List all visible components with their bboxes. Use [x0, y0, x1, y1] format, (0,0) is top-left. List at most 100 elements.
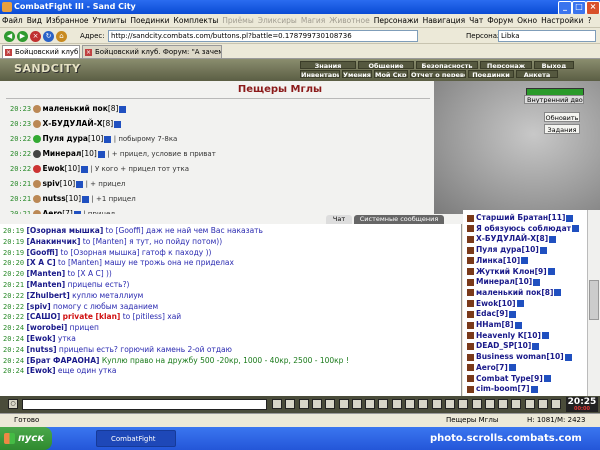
- info-icon[interactable]: [554, 289, 562, 297]
- online-name[interactable]: Edac: [476, 309, 496, 318]
- nav-top-link[interactable]: Знания: [300, 61, 356, 69]
- entry-name[interactable]: Ewok: [42, 164, 64, 173]
- online-user[interactable]: Минерал[10]: [467, 276, 541, 287]
- chat-sender[interactable]: [Ewok]: [26, 366, 55, 375]
- location-entry[interactable]: 20:21 nutss[10] | +1 прицел: [10, 193, 136, 205]
- chat-sender[interactable]: [Анакинчик]: [26, 237, 80, 246]
- menu-item[interactable]: Окно: [515, 16, 539, 25]
- lock-icon[interactable]: [338, 399, 349, 409]
- nav-bottom-link[interactable]: Отчет о переводах: [410, 70, 466, 78]
- nav-top-link[interactable]: Персонаж: [480, 61, 532, 69]
- online-user[interactable]: Линка[10]: [467, 255, 529, 266]
- info-icon[interactable]: [521, 257, 529, 265]
- menu-item[interactable]: Персонажи: [372, 16, 421, 25]
- tab-fight-club[interactable]: × Бойцовский клуб: [2, 45, 80, 58]
- chat-input[interactable]: [22, 399, 267, 410]
- online-name[interactable]: Линка: [476, 256, 503, 265]
- info-icon[interactable]: [549, 235, 557, 243]
- online-user[interactable]: cim-boom[7]: [467, 383, 538, 394]
- info-icon[interactable]: [543, 375, 551, 382]
- chat-sender[interactable]: [Брат ФАРАОНА]: [26, 356, 99, 365]
- location-entry[interactable]: 20:23 Х-БУДУЛАЙ-Х[8]: [10, 118, 122, 130]
- menu-item[interactable]: Файл: [0, 16, 25, 25]
- online-name[interactable]: HHam: [476, 320, 501, 329]
- entry-name[interactable]: маленький пок: [42, 104, 107, 113]
- online-user[interactable]: HHam[8]: [467, 319, 522, 330]
- menu-item[interactable]: Комплекты: [172, 16, 221, 25]
- location-place[interactable]: Внутренний двор: [524, 95, 584, 104]
- scroll-icon[interactable]: [351, 399, 362, 409]
- music-icon[interactable]: [405, 399, 415, 409]
- online-name[interactable]: Х-БУДУЛАЙ-Х: [476, 234, 536, 243]
- info-icon[interactable]: [564, 353, 572, 361]
- nav-bottom-link[interactable]: Инвентарь: [300, 70, 340, 78]
- online-user[interactable]: Combat Type[9]: [467, 373, 551, 384]
- online-user[interactable]: Edac[9]: [467, 308, 517, 319]
- bag-icon[interactable]: [524, 399, 535, 409]
- nav-top-link[interactable]: Общение: [358, 61, 414, 69]
- entry-name[interactable]: Х-БУДУЛАЙ-Х: [42, 119, 102, 128]
- online-name[interactable]: Business woman: [476, 352, 546, 361]
- tab-close-icon[interactable]: ×: [5, 49, 12, 56]
- start-button[interactable]: пуск: [0, 427, 52, 450]
- chat-sender[interactable]: [Озорная мышка]: [26, 226, 103, 235]
- quest-icon[interactable]: [498, 399, 509, 409]
- help-icon[interactable]: [471, 399, 482, 409]
- online-user[interactable]: Heavenly K[10]: [467, 330, 549, 341]
- friends-icon[interactable]: [551, 399, 562, 409]
- maximize-button[interactable]: □: [572, 1, 586, 15]
- clear-chat-icon[interactable]: [365, 399, 376, 409]
- minimize-button[interactable]: _: [558, 1, 572, 15]
- smile-icon[interactable]: [285, 399, 296, 409]
- info-icon[interactable]: [82, 195, 90, 203]
- online-name[interactable]: Жуткий Клон: [476, 267, 535, 276]
- persona-select[interactable]: Libka: [498, 30, 596, 42]
- menu-item[interactable]: Избранное: [44, 16, 91, 25]
- chat-sender[interactable]: [Ewok]: [26, 334, 55, 343]
- scroll-thumb[interactable]: [589, 280, 599, 320]
- tab-chat[interactable]: Чат: [326, 215, 352, 224]
- map-icon[interactable]: [484, 399, 495, 409]
- info-icon[interactable]: [533, 278, 541, 286]
- info-icon[interactable]: [104, 135, 112, 143]
- online-user[interactable]: Х-БУДУЛАЙ-Х[8]: [467, 233, 557, 244]
- info-icon[interactable]: [547, 268, 555, 275]
- online-name[interactable]: Я обязуюсь соблюдат: [476, 224, 571, 233]
- taskbar-item-combatfight[interactable]: CombatFight: [96, 430, 176, 447]
- menu-item[interactable]: Настройки: [539, 16, 585, 25]
- location-entry[interactable]: 20:22 Минерал[10] | + прицел, условие в …: [10, 148, 216, 160]
- nav-top-link[interactable]: Выход: [534, 61, 574, 69]
- nav-top-link[interactable]: Безопасность: [416, 61, 478, 69]
- location-entry[interactable]: 20:22 Пуля дура[10] | побырому 7-8ка: [10, 133, 177, 145]
- menu-item[interactable]: Форум: [485, 16, 515, 25]
- menu-item[interactable]: Навигация: [421, 16, 468, 25]
- online-user[interactable]: маленький пок[8]: [467, 287, 562, 298]
- online-name[interactable]: Старший Братан: [476, 213, 548, 222]
- info-icon[interactable]: [97, 150, 105, 158]
- tab-close-icon[interactable]: ×: [85, 49, 92, 56]
- tasks-button[interactable]: Задания: [544, 124, 580, 134]
- online-user[interactable]: Ewok[10]: [467, 298, 524, 309]
- sound-icon[interactable]: [311, 399, 322, 409]
- mail-icon[interactable]: [511, 399, 522, 409]
- info-icon[interactable]: [119, 105, 127, 113]
- online-user[interactable]: DEAD_SP[10]: [467, 340, 540, 351]
- info-icon[interactable]: [541, 332, 549, 340]
- nav-bottom-link[interactable]: Поединки: [468, 70, 514, 78]
- menu-item[interactable]: Животное: [327, 16, 371, 25]
- entry-name[interactable]: nutss: [42, 194, 65, 203]
- stop-icon[interactable]: ×: [30, 31, 41, 42]
- online-name[interactable]: Heavenly K: [476, 331, 524, 340]
- entry-name[interactable]: spiv: [42, 179, 59, 188]
- private-icon[interactable]: [378, 399, 389, 409]
- info-icon[interactable]: [76, 180, 84, 188]
- chat-sender[interactable]: [Manten]: [26, 269, 65, 278]
- info-icon[interactable]: [566, 214, 574, 222]
- online-user[interactable]: Пуля дура[10]: [467, 244, 547, 255]
- chat-sender[interactable]: [Manten]: [26, 280, 65, 289]
- location-entry[interactable]: 20:23 маленький пок[8]: [10, 103, 127, 115]
- chat-sender[interactable]: [worobei]: [26, 323, 67, 332]
- info-icon[interactable]: [509, 310, 517, 318]
- inventory-icon[interactable]: [538, 399, 548, 409]
- online-name[interactable]: Combat Type: [476, 374, 531, 383]
